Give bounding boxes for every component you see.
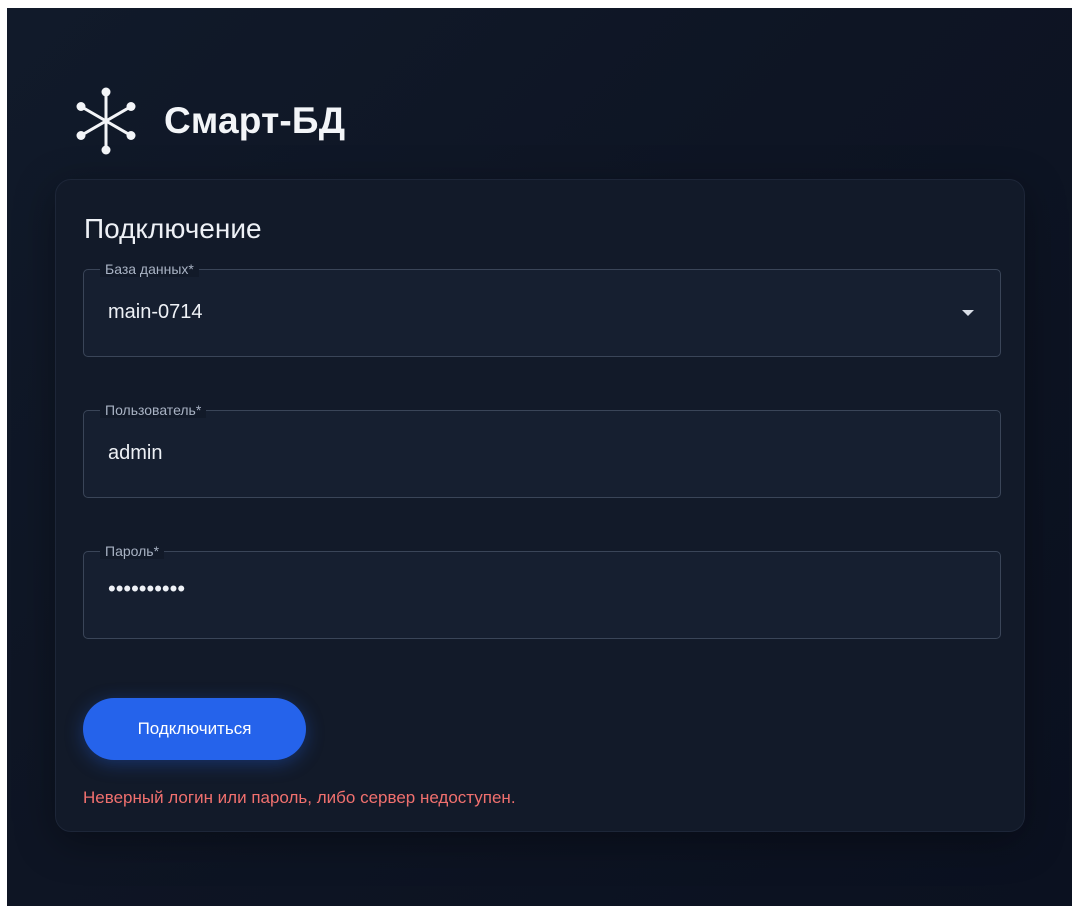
password-field[interactable]: Пароль* •••••••••• — [83, 543, 1001, 639]
app-window: Смарт-БД Подключение База данных* main-0… — [7, 8, 1072, 906]
database-select[interactable]: База данных* main-0714 — [83, 261, 1001, 357]
card-title: Подключение — [84, 213, 262, 244]
password-label: Пароль* — [100, 543, 165, 559]
user-field[interactable]: Пользователь* admin — [83, 402, 1001, 498]
database-label: База данных* — [100, 261, 199, 277]
password-value: •••••••••• — [108, 576, 186, 601]
database-value: main-0714 — [108, 301, 203, 323]
brand: Смарт-БД — [74, 86, 345, 156]
user-label: Пользователь* — [100, 402, 207, 418]
connection-card: Подключение База данных* main-0714 Польз… — [55, 179, 1025, 832]
user-value: admin — [108, 442, 163, 464]
connect-button[interactable]: Подключиться — [83, 698, 306, 760]
app-title: Смарт-БД — [164, 100, 346, 141]
caret-down-icon[interactable] — [962, 310, 974, 316]
error-message: Неверный логин или пароль, либо сервер н… — [83, 788, 516, 807]
snowflake-network-icon — [76, 87, 136, 155]
